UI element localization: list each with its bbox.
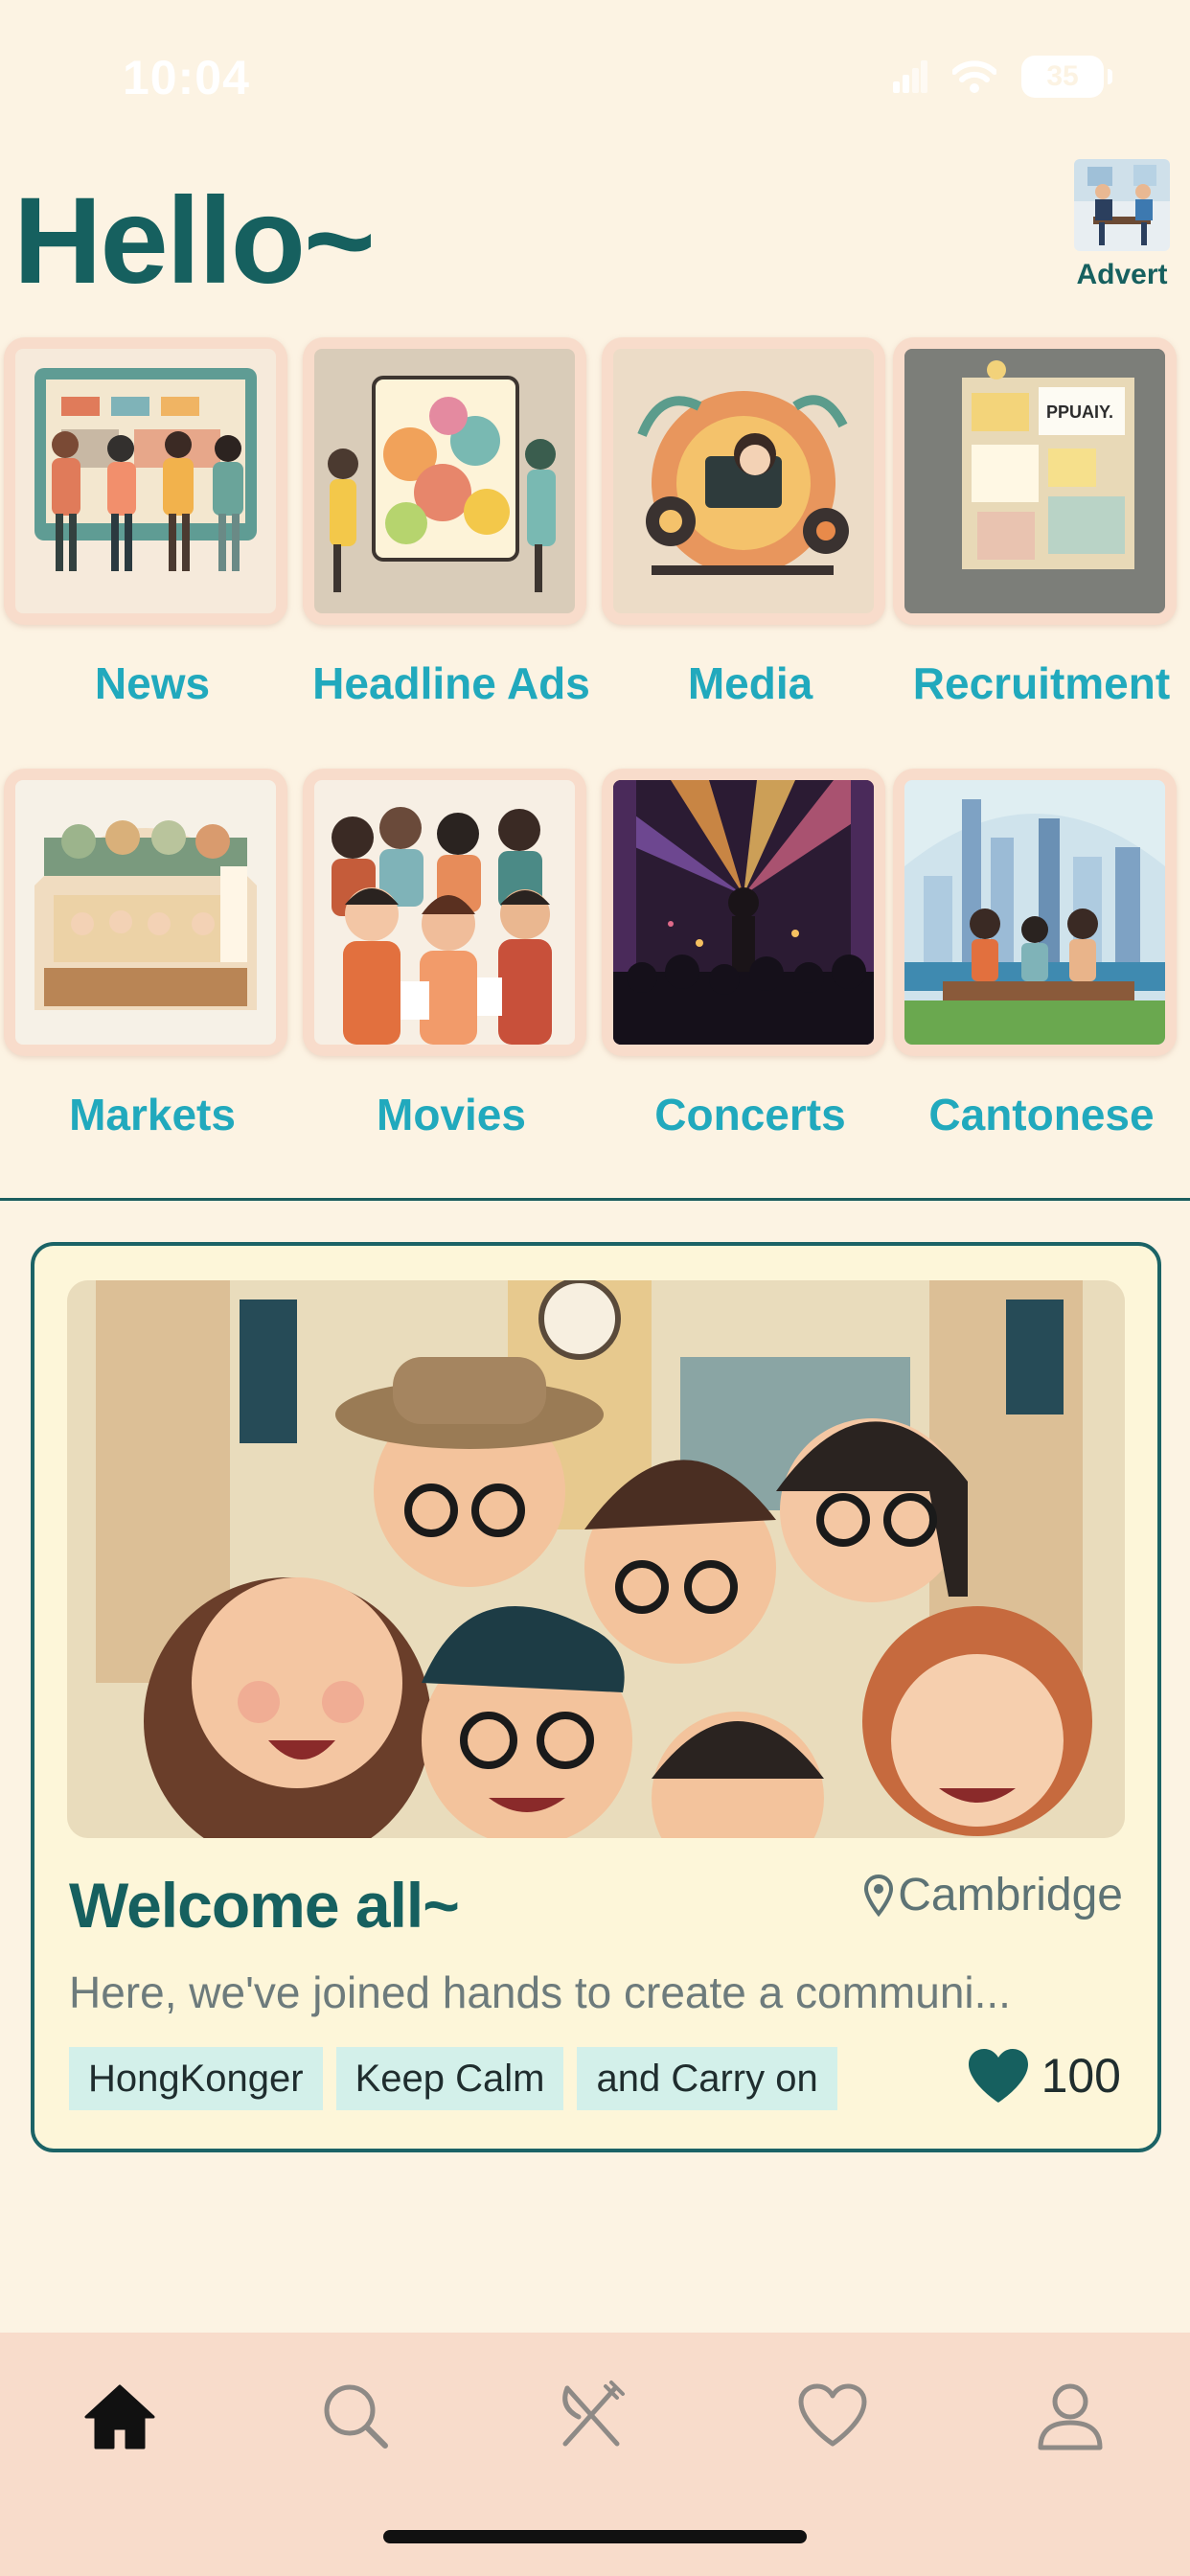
heart-filled-icon (968, 2049, 1028, 2103)
person-icon (1038, 2383, 1103, 2450)
cantonese-illustration (904, 780, 1165, 1045)
post-description: Here, we've joined hands to create a com… (69, 1967, 1011, 2017)
concerts-illustration (613, 780, 874, 1045)
category-news[interactable]: News (4, 337, 301, 709)
heart-outline-icon (798, 2383, 867, 2447)
greeting-title: Hello~ (13, 172, 376, 310)
post-location: Cambridge (863, 1869, 1123, 1921)
category-label-headline-ads: Headline Ads (312, 658, 590, 708)
post-tags: HongKonger Keep Calm and Carry on (69, 2047, 837, 2110)
post-image (67, 1280, 1125, 1838)
battery-icon: 35 (1021, 56, 1112, 98)
status-icons: 35 (893, 56, 1112, 98)
category-label-concerts: Concerts (654, 1090, 846, 1139)
like-count: 100 (1041, 2049, 1121, 2103)
post-location-label: Cambridge (898, 1870, 1123, 1920)
signal-icon (893, 60, 927, 93)
advert-thumbnail (1074, 159, 1170, 251)
svg-text:PPUAIY.: PPUAIY. (1046, 402, 1113, 422)
category-label-movies: Movies (377, 1090, 526, 1139)
wifi-icon (952, 60, 996, 93)
category-cantonese[interactable]: Cantonese (893, 769, 1190, 1140)
category-recruitment[interactable]: PPUAIY. Recruitment (893, 337, 1190, 709)
advert-label: Advert (1076, 259, 1168, 290)
category-headline-ads[interactable]: Headline Ads (303, 337, 600, 709)
home-icon (84, 2384, 155, 2450)
news-illustration (15, 349, 276, 613)
category-label-media: Media (687, 658, 813, 708)
category-label-recruitment: Recruitment (912, 658, 1171, 708)
status-time: 10:04 (123, 51, 250, 104)
status-bar: 10:04 35 (0, 0, 1190, 153)
post-card[interactable]: Welcome all~ Cambridge Here, we've joine… (31, 1242, 1161, 2152)
tab-dining[interactable] (548, 2373, 634, 2459)
tag-hongkonger[interactable]: HongKonger (69, 2047, 323, 2110)
post-title: Welcome all~ (69, 1870, 460, 1941)
location-pin-icon (864, 1874, 894, 1917)
markets-illustration (15, 780, 276, 1045)
tab-favorites[interactable] (790, 2373, 876, 2459)
fork-knife-icon (562, 2380, 625, 2447)
tab-home[interactable] (77, 2373, 163, 2459)
category-concerts[interactable]: Concerts (602, 769, 899, 1140)
category-markets[interactable]: Markets (4, 769, 301, 1140)
movies-illustration (314, 780, 575, 1045)
tab-profile[interactable] (1027, 2373, 1113, 2459)
search-icon (324, 2384, 388, 2449)
category-label-markets: Markets (69, 1090, 236, 1139)
advert-button[interactable]: Advert (1065, 159, 1179, 291)
category-movies[interactable]: Movies (303, 769, 600, 1140)
tab-search[interactable] (312, 2373, 399, 2459)
category-label-cantonese: Cantonese (928, 1090, 1155, 1139)
category-label-news: News (94, 658, 211, 708)
section-divider (0, 1198, 1190, 1201)
headline-ads-illustration (314, 349, 575, 613)
category-media[interactable]: Media (602, 337, 899, 709)
recruitment-illustration: PPUAIY. (904, 349, 1165, 613)
like-button[interactable]: 100 (967, 2047, 1121, 2104)
tag-keep-calm[interactable]: Keep Calm (335, 2047, 564, 2110)
home-indicator[interactable] (383, 2530, 807, 2543)
tag-carry-on[interactable]: and Carry on (577, 2047, 837, 2110)
media-illustration (613, 349, 874, 613)
